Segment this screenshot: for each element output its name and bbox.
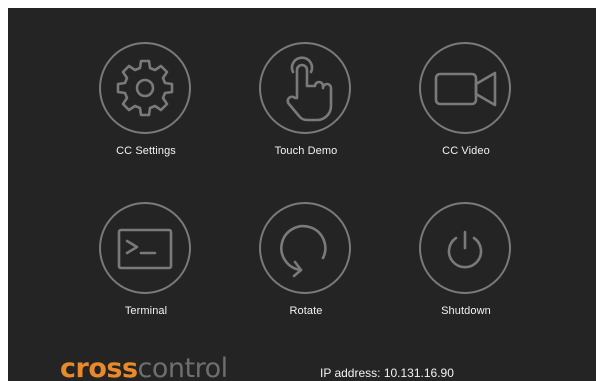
- rotate-circle: [259, 202, 351, 294]
- terminal-icon: [117, 228, 173, 270]
- shutdown-button[interactable]: Shutdown: [391, 202, 541, 342]
- ip-address-status: IP address: 10.131.16.90: [320, 366, 454, 380]
- touch-hand-icon: [286, 56, 333, 122]
- terminal-label: Terminal: [124, 305, 168, 317]
- cc-settings-label: CC Settings: [116, 145, 176, 157]
- touch-demo-button[interactable]: Touch Demo: [231, 42, 381, 182]
- shutdown-label: Shutdown: [441, 305, 491, 317]
- video-camera-icon: [434, 71, 497, 107]
- shutdown-circle: [419, 202, 511, 294]
- rotate-button[interactable]: Rotate: [231, 202, 381, 342]
- gear-icon: [116, 59, 174, 117]
- crosscontrol-logo: crosscontrol: [60, 354, 228, 381]
- logo-control-text: control: [137, 353, 229, 381]
- cc-video-button[interactable]: CC Video: [391, 42, 541, 182]
- launcher-screen: CC Settings Touch Demo CC Video Terminal…: [8, 8, 596, 381]
- logo-cross-text: cross: [60, 353, 138, 381]
- touch-demo-label: Touch Demo: [274, 145, 338, 157]
- cc-settings-circle: [99, 42, 191, 134]
- terminal-button[interactable]: Terminal: [71, 202, 221, 342]
- rotate-label: Rotate: [289, 305, 323, 317]
- touch-demo-circle: [259, 42, 351, 134]
- cc-video-circle: [419, 42, 511, 134]
- terminal-circle: [99, 202, 191, 294]
- power-icon: [447, 230, 483, 269]
- cc-video-label: CC Video: [442, 145, 490, 157]
- rotate-icon: [280, 224, 327, 278]
- cc-settings-button[interactable]: CC Settings: [71, 42, 221, 182]
